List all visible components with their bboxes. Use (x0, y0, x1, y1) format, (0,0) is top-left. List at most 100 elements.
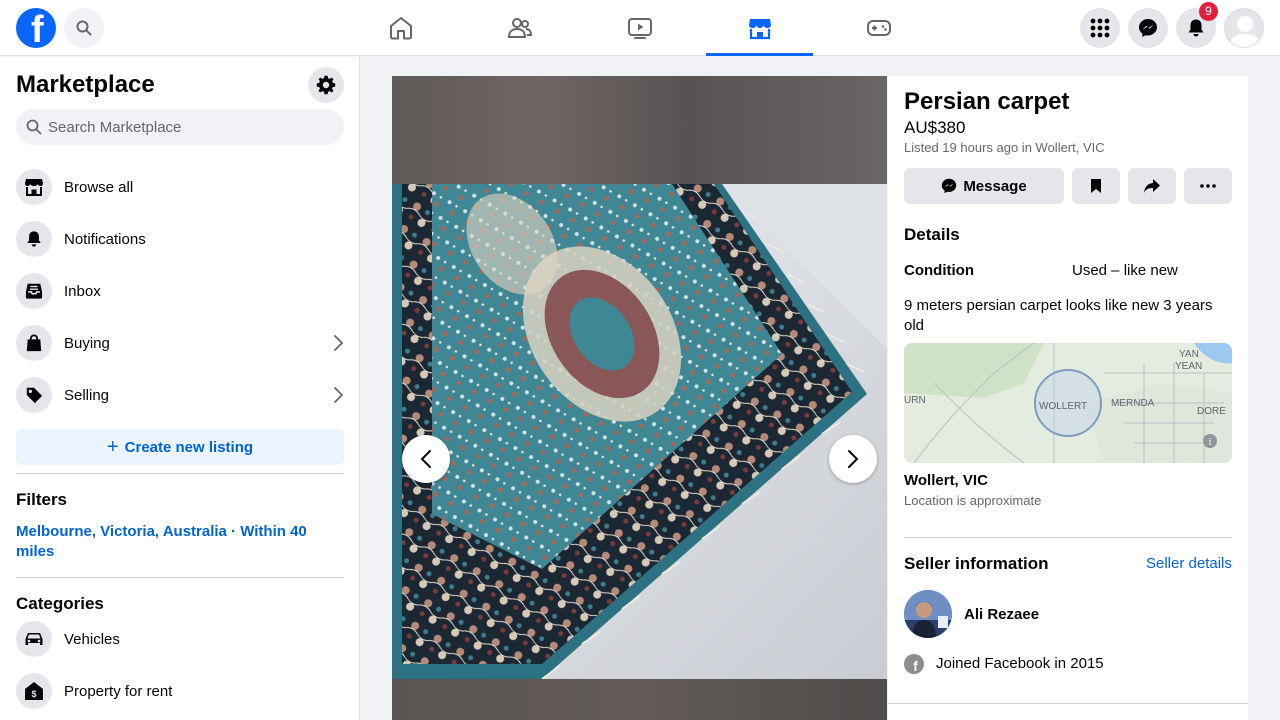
categories-heading: Categories (16, 594, 104, 613)
share-listing-button[interactable] (1128, 168, 1176, 204)
tab-home[interactable] (347, 0, 454, 56)
top-navigation-bar: f 9 (0, 0, 1280, 56)
section-divider (888, 703, 1248, 704)
location-map[interactable]: YAN YEAN URN WOLLERT MERNDA DORE i (904, 343, 1232, 463)
notification-count-badge: 9 (1199, 2, 1218, 21)
menu-button[interactable] (1080, 8, 1120, 48)
tab-gaming[interactable] (825, 0, 932, 56)
search-icon (26, 119, 42, 135)
gear-icon (316, 75, 336, 95)
messenger-icon (1139, 19, 1157, 37)
condition-value: Used – like new (1072, 262, 1178, 279)
filters-heading: Filters (16, 490, 68, 509)
chevron-right-icon (848, 450, 859, 468)
category-label: Property for rent (64, 682, 173, 700)
seller-photo (904, 590, 952, 638)
condition-label: Condition (904, 262, 974, 279)
seller-name[interactable]: Ali Rezaee (964, 606, 1039, 623)
map-label: YEAN (1175, 361, 1202, 372)
previous-photo-button[interactable] (402, 435, 450, 483)
house-dollar-icon: $ (25, 682, 43, 700)
section-divider (904, 537, 1232, 538)
seller-details-link[interactable]: Seller details (1146, 555, 1232, 572)
watch-icon (627, 18, 652, 39)
create-new-listing-button[interactable]: + Create new listing (16, 429, 344, 465)
sidebar-divider (16, 577, 344, 578)
photo-blur-background (392, 679, 887, 720)
map-label: MERNDA (1111, 398, 1155, 409)
messenger-icon (942, 178, 957, 194)
seller-information-heading: Seller information (904, 554, 1049, 573)
category-label: Vehicles (64, 630, 120, 648)
listing-description: 9 meters persian carpet looks like new 3… (904, 297, 1213, 334)
sidebar-item-label: Buying (64, 334, 110, 352)
friends-icon (507, 18, 532, 38)
svg-text:i: i (1209, 437, 1212, 448)
account-avatar[interactable] (1224, 8, 1264, 48)
location-filter-link[interactable]: Melbourne, Victoria, Australia · Within … (16, 522, 326, 562)
plus-icon: + (106, 435, 119, 458)
listing-details-panel: Persian carpet AU$380 Listed 19 hours ag… (888, 76, 1248, 720)
listing-posted-info: Listed 19 hours ago in Wollert, VIC (904, 140, 1105, 155)
facebook-logo[interactable]: f (16, 8, 56, 50)
search-icon (76, 20, 92, 36)
shopping-bag-icon (26, 334, 42, 352)
chevron-right-icon (334, 387, 344, 403)
seller-avatar[interactable] (904, 590, 952, 638)
tab-watch[interactable] (586, 0, 693, 56)
listing-photo-viewer (392, 76, 887, 720)
marketplace-search-input[interactable] (48, 118, 328, 136)
grid-menu-icon (1090, 18, 1110, 38)
tab-marketplace[interactable] (706, 0, 813, 56)
more-options-button[interactable] (1184, 168, 1232, 204)
sidebar-item-label: Notifications (64, 230, 146, 248)
bookmark-icon (1091, 179, 1101, 193)
sidebar-item-label: Inbox (64, 282, 101, 300)
notifications-button[interactable]: 9 (1176, 2, 1218, 48)
sidebar-item-inbox[interactable]: Inbox (8, 265, 352, 317)
create-listing-label: Create new listing (124, 438, 254, 456)
gaming-icon (866, 20, 891, 36)
sidebar-divider (16, 473, 344, 474)
map-label: WOLLERT (1039, 401, 1087, 412)
sidebar-title: Marketplace (16, 71, 155, 98)
message-label: Message (963, 177, 1027, 195)
chevron-right-icon (334, 335, 344, 351)
svg-text:$: $ (31, 689, 36, 699)
listing-location: Wollert, VIC (904, 472, 988, 489)
store-icon (25, 179, 43, 196)
listing-price: AU$380 (904, 118, 966, 137)
settings-button[interactable] (308, 67, 344, 103)
save-listing-button[interactable] (1072, 168, 1120, 204)
category-property-for-rent[interactable]: $ Property for rent (8, 665, 352, 717)
marketplace-search-box[interactable] (16, 109, 344, 145)
sidebar-item-label: Browse all (64, 178, 134, 196)
messenger-button[interactable] (1128, 8, 1168, 48)
sidebar-item-buying[interactable]: Buying (8, 317, 352, 369)
price-tag-icon (26, 387, 43, 404)
default-avatar-icon (1225, 9, 1263, 47)
sidebar-item-notifications[interactable]: Notifications (8, 213, 352, 265)
location-approximate-note: Location is approximate (904, 493, 1042, 508)
share-icon (1144, 179, 1160, 193)
map-label: YAN (1179, 349, 1199, 360)
marketplace-icon (748, 19, 771, 40)
listing-photo (392, 184, 887, 679)
message-seller-button[interactable]: Message (904, 168, 1064, 204)
sidebar-item-browse-all[interactable]: Browse all (8, 161, 352, 213)
listing-title: Persian carpet (904, 88, 1070, 115)
bell-icon (27, 231, 41, 247)
sidebar-item-selling[interactable]: Selling (8, 369, 352, 421)
car-icon (25, 633, 43, 645)
bell-icon (1188, 19, 1204, 37)
map-label: DORE (1197, 406, 1226, 417)
category-vehicles[interactable]: Vehicles (8, 613, 352, 665)
sidebar-item-label: Selling (64, 386, 110, 404)
next-photo-button[interactable] (829, 435, 877, 483)
tab-friends[interactable] (466, 0, 573, 56)
search-button[interactable] (64, 8, 104, 48)
inbox-icon (25, 283, 43, 299)
seller-joined-info: Joined Facebook in 2015 (936, 655, 1104, 672)
details-heading: Details (904, 225, 960, 244)
home-icon (389, 17, 412, 40)
